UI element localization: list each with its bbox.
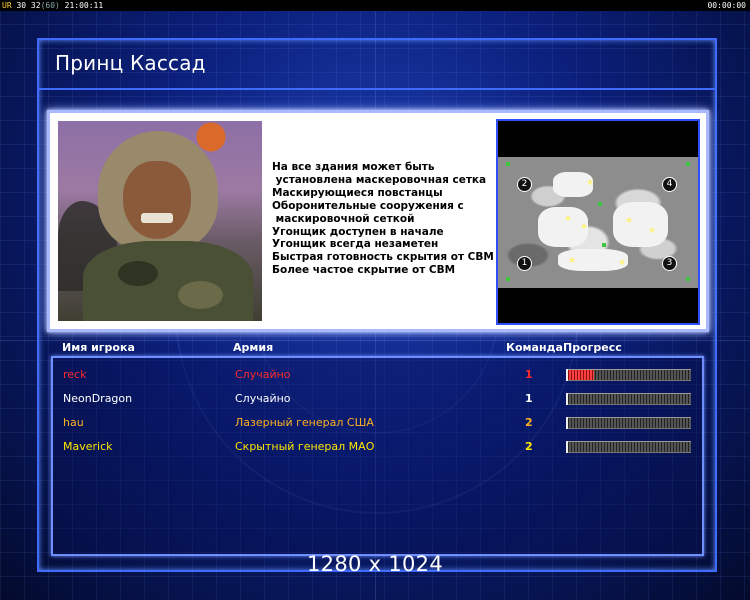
resolution-label: 1280 x 1024 [307,552,443,576]
progress-fill [566,370,594,380]
table-row: reck Случайно 1 [53,365,703,385]
description-line: Оборонительные сооружения с [272,199,464,212]
fps-values: 30 32 [16,1,41,10]
general-description: На все здания может быть установлена мас… [272,161,502,277]
table-row: NeonDragon Случайно 1 [53,389,703,409]
header-team: Команда [506,341,563,354]
description-line: Угонщик всегда незаметен [272,238,439,251]
header-progress: Прогресс [563,341,622,354]
header-army: Армия [233,341,274,354]
player-name: reck [63,368,87,381]
player-team: 1 [525,368,533,381]
start-position-3[interactable]: 3 [662,256,677,271]
general-info-panel: На все здания может быть установлена мас… [47,110,709,332]
status-bar-left: UR 30 32(60) 21:00:11 [2,0,103,11]
start-position-1[interactable]: 1 [517,256,532,271]
table-row: Maverick Скрытный генерал МАО 2 [53,437,703,457]
player-army: Случайно [235,368,291,381]
progress-bar [566,417,691,429]
player-name: hau [63,416,84,429]
player-name: NeonDragon [63,392,133,405]
description-line: Угонщик доступен в начале [272,225,444,238]
player-team: 2 [525,440,533,453]
progress-bar [566,441,691,453]
title-divider [37,88,715,90]
player-army: Скрытный генерал МАО [235,440,375,453]
clock: 21:00:11 [64,1,104,10]
description-line: Более частое скрытие от СВМ [272,264,456,277]
player-team: 2 [525,416,533,429]
description-line: Маскирующиеся повстанцы [272,186,443,199]
start-position-4[interactable]: 4 [662,177,677,192]
description-line: установлена маскеровочная сетка [272,173,487,186]
status-bar: UR 30 32(60) 21:00:11 00:00:00 [0,0,750,11]
player-team: 1 [525,392,533,405]
description-line: Быстрая готовность скрытия от СВМ [272,251,494,264]
player-army: Случайно [235,392,291,405]
game-timer: 00:00:00 [707,1,746,10]
header-player-name: Имя игрока [62,341,135,354]
page-title: Принц Кассад [55,51,206,75]
player-army: Лазерный генерал США [235,416,374,429]
players-table: reck Случайно 1 NeonDragon Случайно 1 ha… [51,356,704,556]
description-line: маскировочной сеткой [272,212,415,225]
description-line: На все здания может быть [272,161,435,173]
map-preview: ★ ★ ★ ★ ★ ★ ★ 1 2 3 4 [496,119,700,325]
ur-label: UR [2,1,12,10]
general-portrait [58,121,262,321]
fps-limit: (60) [40,1,60,10]
progress-bar [566,369,691,381]
start-position-2[interactable]: 2 [517,177,532,192]
player-name: Maverick [63,440,113,453]
progress-bar [566,393,691,405]
table-row: hau Лазерный генерал США 2 [53,413,703,433]
